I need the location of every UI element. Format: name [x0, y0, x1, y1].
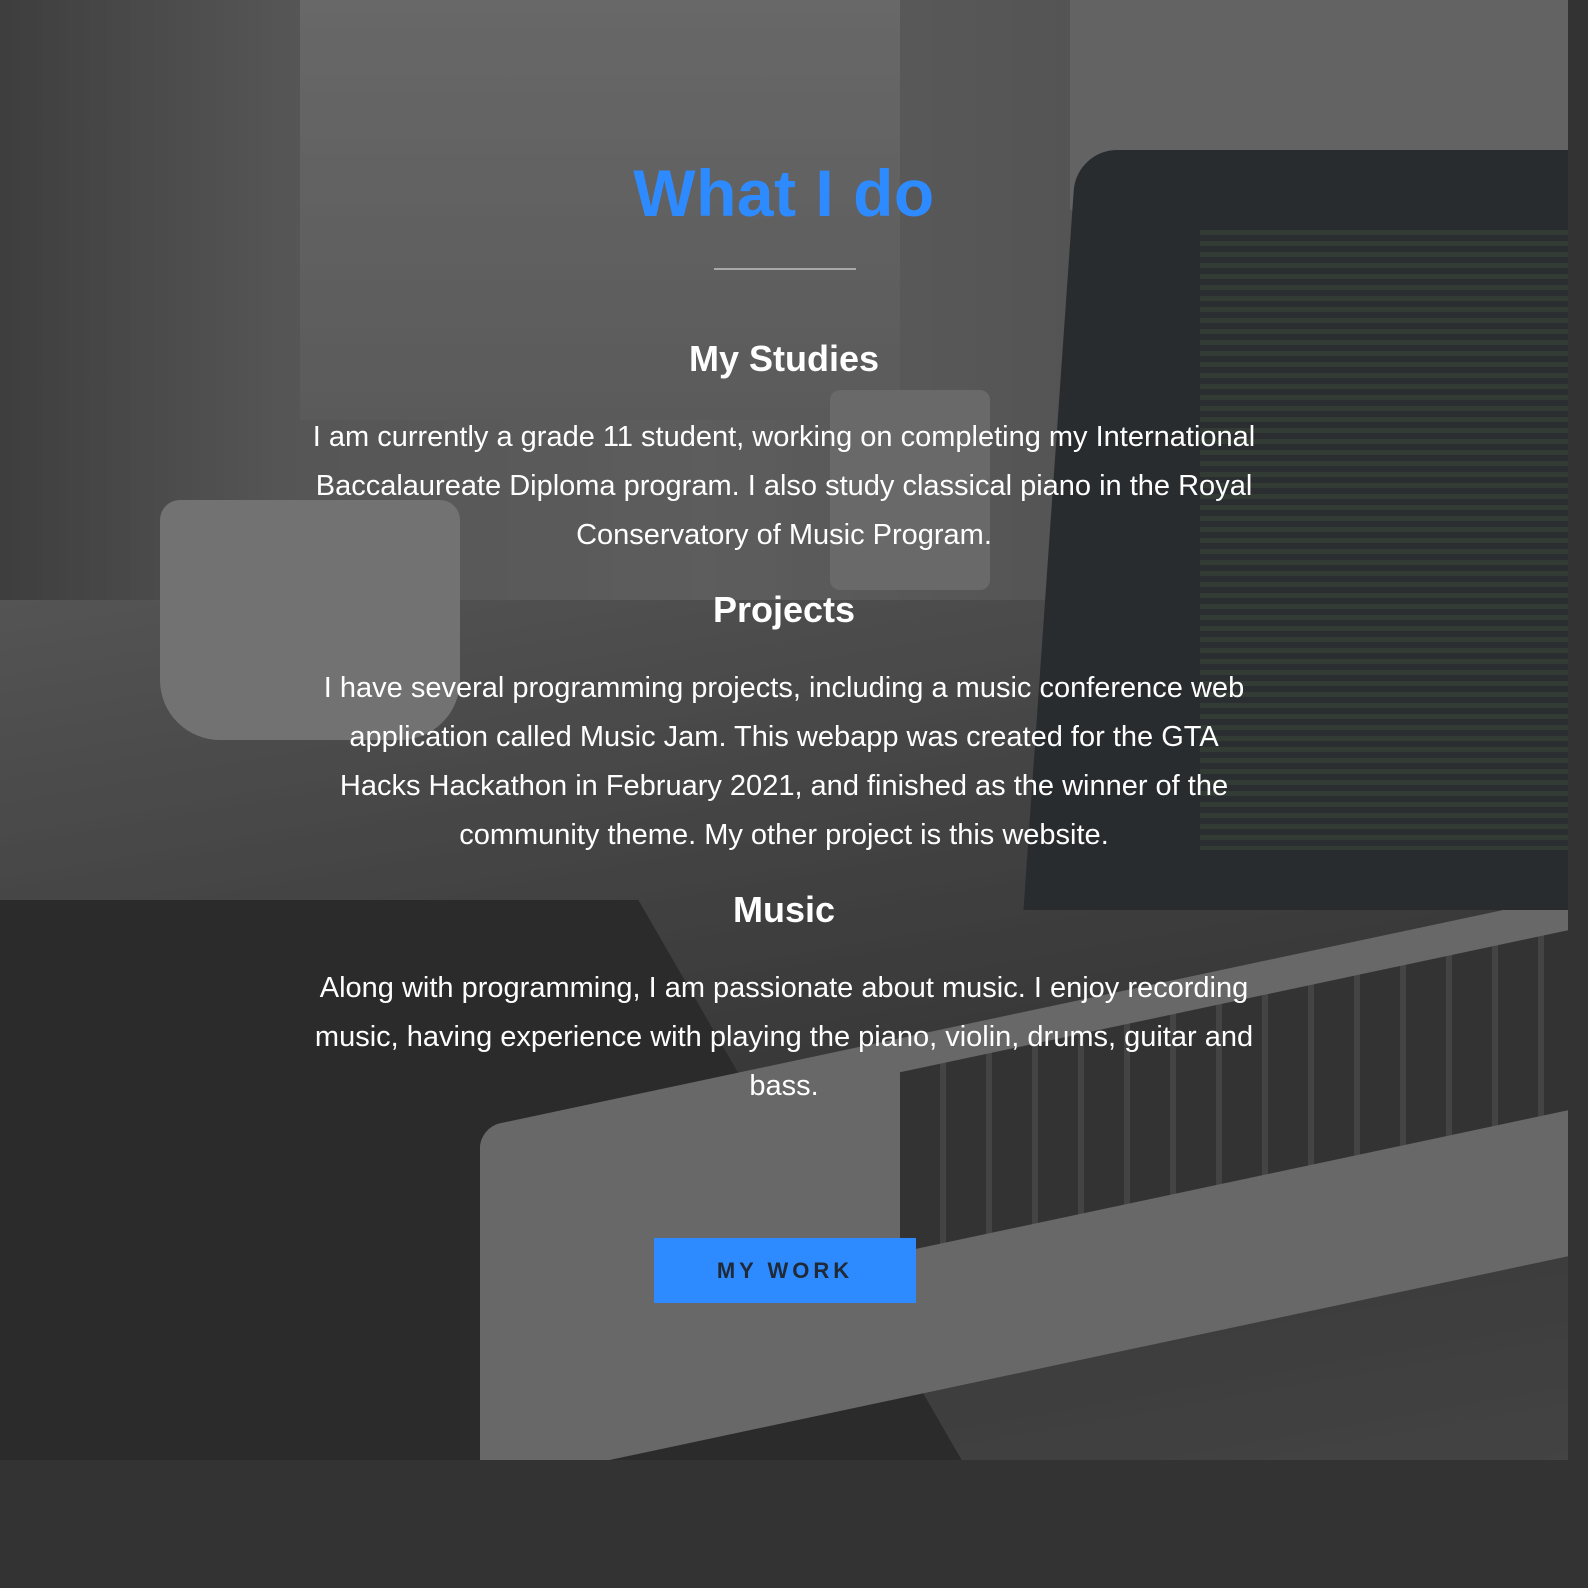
section-title: What I do: [633, 156, 935, 230]
studies-heading: My Studies: [688, 338, 880, 379]
footer-bar: [0, 1460, 1568, 1568]
what-i-do-section: What I do My Studies I am currently a gr…: [0, 0, 1568, 1460]
music-heading: Music: [732, 889, 836, 930]
music-text: Along with programming, I am passionate …: [314, 972, 1254, 1102]
my-work-button[interactable]: MY WORK: [654, 1238, 916, 1303]
title-divider: [714, 268, 856, 270]
projects-text: I have several programming projects, inc…: [323, 672, 1245, 851]
studies-text: I am currently a grade 11 student, worki…: [312, 421, 1256, 551]
projects-heading: Projects: [712, 589, 856, 630]
